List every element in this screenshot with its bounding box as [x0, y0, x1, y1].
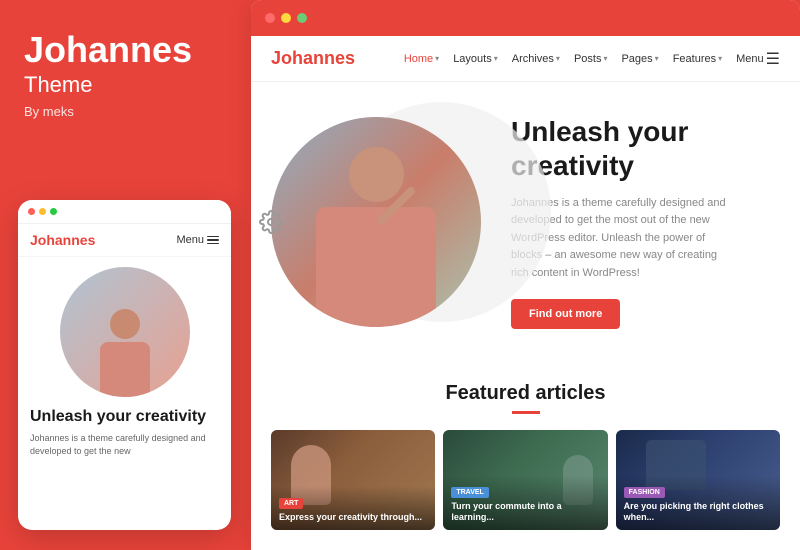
mobile-dot-yellow: [39, 208, 46, 215]
article-card-3[interactable]: Fashion Are you picking the right clothe…: [616, 430, 780, 530]
featured-section: Featured articles Art Express your creat…: [251, 362, 800, 540]
article-overlay-1: Art Express your creativity through...: [271, 486, 435, 530]
hamburger-icon: [207, 236, 219, 245]
nav-link-posts[interactable]: Posts ▾: [574, 53, 608, 65]
mobile-preview-card: Johannes Menu Unleash your creativ: [18, 200, 231, 530]
brand-name: Johannes: [24, 30, 223, 70]
mobile-hero-title: Unleash your creativity: [30, 407, 219, 426]
mobile-logo: Johannes: [30, 232, 95, 248]
right-panel: Johannes Home ▾ Layouts ▾ Archives ▾ Pos…: [251, 0, 800, 550]
brand-by: By meks: [24, 104, 223, 119]
mobile-hero-image: [60, 267, 190, 397]
find-out-more-button[interactable]: Find out more: [511, 299, 620, 329]
featured-divider: [512, 411, 540, 414]
brand-subtitle: Theme: [24, 72, 223, 98]
article-tag-1: Art: [279, 498, 303, 509]
nav-link-pages[interactable]: Pages ▾: [621, 53, 658, 65]
desktop-nav-links: Home ▾ Layouts ▾ Archives ▾ Posts ▾ Page…: [404, 49, 780, 69]
browser-dot-green: [297, 13, 307, 23]
nav-link-features[interactable]: Features ▾: [673, 53, 722, 65]
chevron-down-icon: ▾: [494, 54, 498, 63]
hero-person-body: [316, 207, 436, 327]
chevron-down-icon: ▾: [556, 54, 560, 63]
mobile-dot-green: [50, 208, 57, 215]
nav-link-home[interactable]: Home ▾: [404, 53, 439, 65]
article-tag-3: Fashion: [624, 487, 665, 498]
hero-person-figure: [316, 147, 436, 327]
chevron-down-icon: ▾: [603, 54, 607, 63]
hero-title: Unleash your creativity: [511, 115, 770, 182]
article-card-2[interactable]: Travel Turn your commute into a learning…: [443, 430, 607, 530]
articles-grid: Art Express your creativity through... T…: [271, 430, 780, 530]
article-title-1: Express your creativity through...: [279, 512, 427, 524]
browser-dot-red: [265, 13, 275, 23]
mobile-person-head: [110, 309, 140, 339]
chevron-down-icon: ▾: [435, 54, 439, 63]
browser-dot-yellow: [281, 13, 291, 23]
nav-link-menu[interactable]: Menu ☰: [736, 49, 780, 69]
settings-icon[interactable]: [259, 210, 283, 234]
nav-link-layouts[interactable]: Layouts ▾: [453, 53, 498, 65]
mobile-person-figure: [100, 309, 150, 397]
nav-link-archives[interactable]: Archives ▾: [512, 53, 560, 65]
article-tag-2: Travel: [451, 487, 488, 498]
article-title-3: Are you picking the right clothes when..…: [624, 501, 772, 524]
featured-title: Featured articles: [271, 382, 780, 405]
chevron-down-icon: ▾: [718, 54, 722, 63]
mobile-dot-red: [28, 208, 35, 215]
hero-image-circle: [271, 117, 481, 327]
hero-person-head: [349, 147, 404, 202]
desktop-logo: Johannes: [271, 48, 355, 69]
left-panel: Johannes Theme By meks Johannes Menu: [0, 0, 247, 550]
article-overlay-2: Travel Turn your commute into a learning…: [443, 475, 607, 530]
article-title-2: Turn your commute into a learning...: [451, 501, 599, 524]
article-card-1[interactable]: Art Express your creativity through...: [271, 430, 435, 530]
hamburger-icon: ☰: [766, 49, 780, 69]
chevron-down-icon: ▾: [655, 54, 659, 63]
browser-titlebar: [251, 0, 800, 36]
desktop-nav: Johannes Home ▾ Layouts ▾ Archives ▾ Pos…: [251, 36, 800, 82]
mobile-hero-desc: Johannes is a theme carefully designed a…: [30, 432, 219, 457]
mobile-content: Unleash your creativity Johannes is a th…: [18, 407, 231, 467]
mobile-titlebar: [18, 200, 231, 224]
mobile-menu[interactable]: Menu: [176, 234, 219, 246]
mobile-nav: Johannes Menu: [18, 224, 231, 257]
hero-section: Unleash your creativity Johannes is a th…: [251, 82, 800, 362]
article-overlay-3: Fashion Are you picking the right clothe…: [616, 475, 780, 530]
mobile-person-body: [100, 342, 150, 397]
